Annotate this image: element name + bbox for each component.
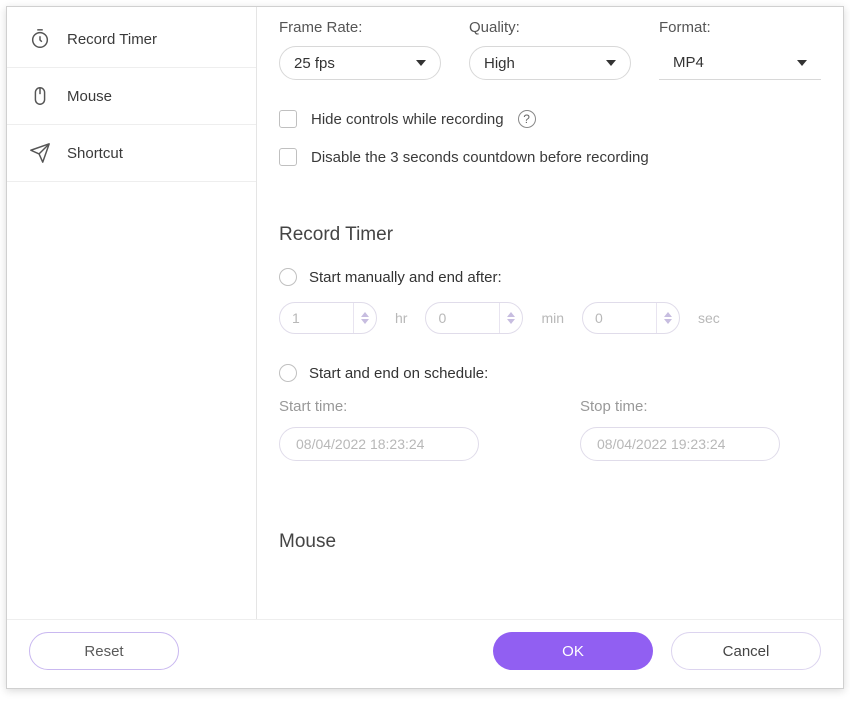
manual-radio[interactable] xyxy=(279,268,297,286)
disable-countdown-checkbox[interactable] xyxy=(279,148,297,166)
sidebar-item-mouse[interactable]: Mouse xyxy=(7,68,256,125)
frame-rate-label: Frame Rate: xyxy=(279,19,441,36)
body-area: Record Timer Mouse Short xyxy=(7,7,843,619)
cancel-button[interactable]: Cancel xyxy=(671,632,821,670)
content-pane: Frame Rate: 25 fps Quality: High Format: xyxy=(257,7,843,619)
quality-label: Quality: xyxy=(469,19,631,36)
mouse-section-title: Mouse xyxy=(279,531,821,553)
frame-rate-value: 25 fps xyxy=(294,55,416,72)
arrow-up-icon[interactable] xyxy=(507,312,515,317)
arrow-down-icon[interactable] xyxy=(507,319,515,324)
schedule-radio-label: Start and end on schedule: xyxy=(309,365,488,382)
disable-countdown-label: Disable the 3 seconds countdown before r… xyxy=(311,149,649,166)
chevron-down-icon xyxy=(797,60,807,66)
hide-controls-row: Hide controls while recording ? xyxy=(279,110,821,128)
hour-stepper[interactable]: 1 xyxy=(279,302,377,334)
stop-time-label: Stop time: xyxy=(580,398,821,415)
minute-value: 0 xyxy=(426,303,500,333)
minute-unit: min xyxy=(541,310,564,326)
hour-value: 1 xyxy=(280,303,354,333)
sidebar-item-label: Record Timer xyxy=(67,31,157,48)
disable-countdown-row: Disable the 3 seconds countdown before r… xyxy=(279,148,821,166)
arrow-down-icon[interactable] xyxy=(361,319,369,324)
schedule-inputs: Start time: 08/04/2022 18:23:24 Stop tim… xyxy=(279,398,821,461)
format-group: Format: MP4 xyxy=(659,19,821,80)
minute-arrows xyxy=(500,303,522,333)
reset-button[interactable]: Reset xyxy=(29,632,179,670)
sidebar: Record Timer Mouse Short xyxy=(7,7,257,619)
footer: Reset OK Cancel xyxy=(7,619,843,688)
start-time-input[interactable]: 08/04/2022 18:23:24 xyxy=(279,427,479,461)
quality-value: High xyxy=(484,55,606,72)
arrow-down-icon[interactable] xyxy=(664,319,672,324)
arrow-up-icon[interactable] xyxy=(361,312,369,317)
chevron-down-icon xyxy=(416,60,426,66)
schedule-radio[interactable] xyxy=(279,364,297,382)
format-value: MP4 xyxy=(673,54,797,71)
manual-radio-row: Start manually and end after: xyxy=(279,268,821,286)
manual-radio-label: Start manually and end after: xyxy=(309,269,502,286)
frame-rate-group: Frame Rate: 25 fps xyxy=(279,19,441,80)
sidebar-item-record-timer[interactable]: Record Timer xyxy=(7,11,256,68)
hour-arrows xyxy=(354,303,376,333)
start-time-label: Start time: xyxy=(279,398,520,415)
hour-unit: hr xyxy=(395,310,407,326)
settings-window: Record Timer Mouse Short xyxy=(6,6,844,689)
frame-rate-select[interactable]: 25 fps xyxy=(279,46,441,80)
quality-select[interactable]: High xyxy=(469,46,631,80)
record-timer-title: Record Timer xyxy=(279,224,821,246)
ok-button[interactable]: OK xyxy=(493,632,653,670)
sidebar-item-shortcut[interactable]: Shortcut xyxy=(7,125,256,182)
help-icon[interactable]: ? xyxy=(518,110,536,128)
format-select[interactable]: MP4 xyxy=(659,46,821,80)
mouse-icon xyxy=(29,84,57,108)
hide-controls-checkbox[interactable] xyxy=(279,110,297,128)
minute-stepper[interactable]: 0 xyxy=(425,302,523,334)
sidebar-item-label: Mouse xyxy=(67,88,112,105)
shortcut-icon xyxy=(29,141,57,165)
hide-controls-label: Hide controls while recording xyxy=(311,111,504,128)
stop-time-input[interactable]: 08/04/2022 19:23:24 xyxy=(580,427,780,461)
sidebar-item-label: Shortcut xyxy=(67,145,123,162)
arrow-up-icon[interactable] xyxy=(664,312,672,317)
schedule-radio-row: Start and end on schedule: xyxy=(279,364,821,382)
top-settings-row: Frame Rate: 25 fps Quality: High Format: xyxy=(279,19,821,80)
timer-icon xyxy=(29,27,57,51)
format-label: Format: xyxy=(659,19,821,36)
second-value: 0 xyxy=(583,303,657,333)
second-arrows xyxy=(657,303,679,333)
second-unit: sec xyxy=(698,310,720,326)
start-time-col: Start time: 08/04/2022 18:23:24 xyxy=(279,398,520,461)
quality-group: Quality: High xyxy=(469,19,631,80)
second-stepper[interactable]: 0 xyxy=(582,302,680,334)
chevron-down-icon xyxy=(606,60,616,66)
duration-inputs: 1 hr 0 min 0 xyxy=(279,302,821,334)
stop-time-col: Stop time: 08/04/2022 19:23:24 xyxy=(580,398,821,461)
